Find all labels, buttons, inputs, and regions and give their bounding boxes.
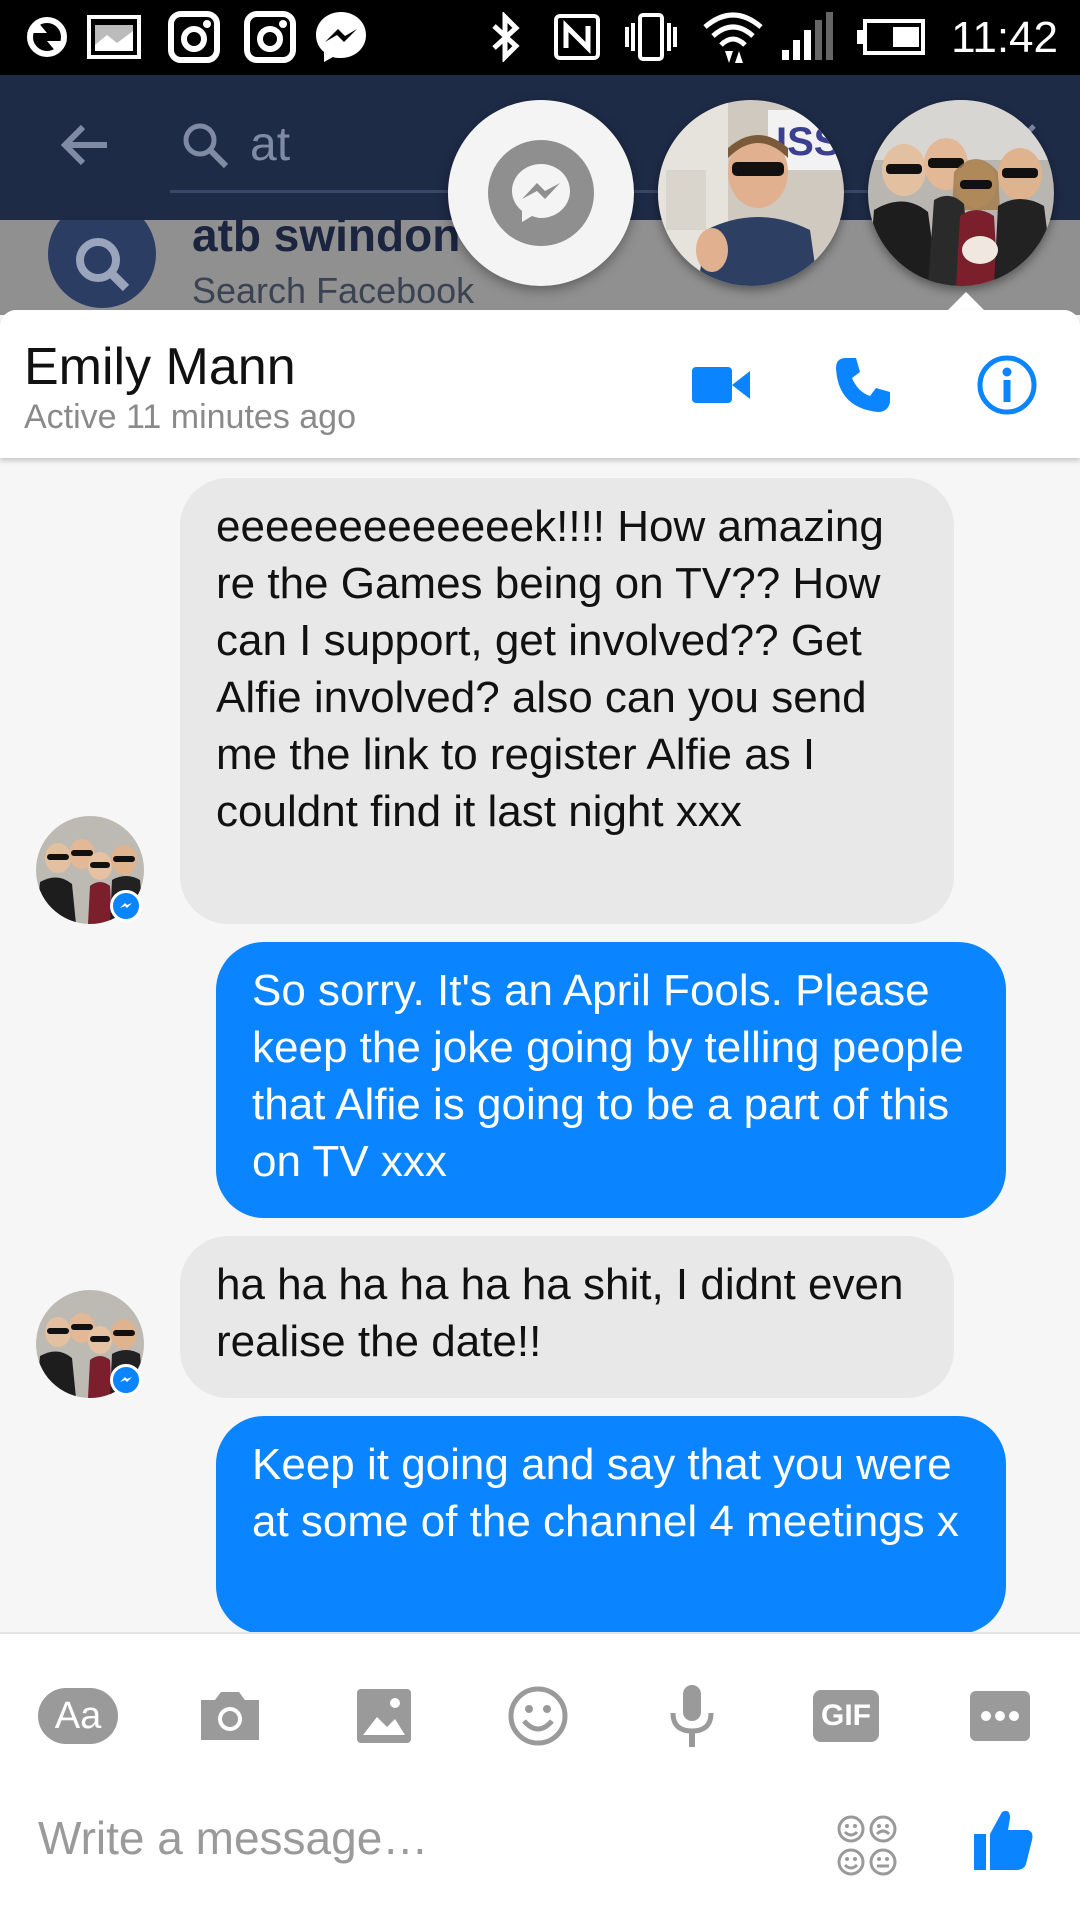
chat-head-avatar-group[interactable] bbox=[868, 100, 1054, 286]
video-camera-icon bbox=[692, 367, 750, 403]
nfc-icon bbox=[552, 12, 602, 62]
suggestion-title: atb swindon bbox=[192, 220, 461, 261]
status-bar: 11:42 bbox=[0, 0, 1080, 75]
image-icon bbox=[84, 12, 144, 62]
camera-icon bbox=[201, 1692, 259, 1740]
instagram-icon bbox=[242, 11, 298, 63]
phone-icon bbox=[836, 358, 890, 412]
conversation-info-button[interactable] bbox=[972, 350, 1042, 420]
message-input[interactable] bbox=[36, 1802, 800, 1874]
message-bubble-incoming[interactable]: ha ha ha ha ha ha shit, I didnt even rea… bbox=[180, 1236, 954, 1398]
microphone-icon bbox=[670, 1685, 714, 1747]
message-bubble-outgoing[interactable]: Keep it going and say that you were at s… bbox=[216, 1416, 1006, 1634]
text-format-button[interactable]: Aa bbox=[36, 1674, 120, 1758]
instagram-icon bbox=[166, 11, 222, 63]
bluetooth-icon bbox=[486, 12, 526, 62]
message-list[interactable]: eeeeeeeeeeeeek!!!! How amazing re the Ga… bbox=[0, 460, 1080, 1634]
gallery-button[interactable] bbox=[342, 1674, 426, 1758]
chat-head-pointer bbox=[948, 292, 984, 310]
back-arrow-icon[interactable] bbox=[55, 115, 115, 175]
video-call-button[interactable] bbox=[686, 350, 756, 420]
sticker-faces-icon bbox=[837, 1815, 897, 1876]
text-format-label: Aa bbox=[38, 1688, 118, 1744]
thumbs-up-icon bbox=[974, 1810, 1033, 1870]
emoji-icon bbox=[508, 1686, 568, 1746]
gallery-icon bbox=[357, 1689, 411, 1743]
suggestion-subtitle: Search Facebook bbox=[192, 270, 475, 311]
conversation-header: Emily Mann Active 11 minutes ago bbox=[0, 310, 1080, 458]
wifi-icon bbox=[700, 12, 766, 63]
message-bubble-incoming[interactable]: eeeeeeeeeeeeek!!!! How amazing re the Ga… bbox=[180, 478, 954, 924]
messenger-badge-icon bbox=[110, 1364, 142, 1396]
search-icon bbox=[180, 120, 230, 170]
messenger-icon bbox=[488, 140, 594, 246]
suggestion-search-icon bbox=[48, 220, 156, 308]
messenger-badge-icon bbox=[110, 890, 142, 922]
signal-icon bbox=[778, 12, 838, 62]
search-query[interactable]: at bbox=[250, 115, 290, 175]
contact-name[interactable]: Emily Mann bbox=[24, 336, 296, 398]
message-bubble-outgoing[interactable]: So sorry. It's an April Fools. Please ke… bbox=[216, 942, 1006, 1218]
info-icon bbox=[977, 355, 1037, 415]
voice-message-button[interactable] bbox=[650, 1674, 734, 1758]
contact-status: Active 11 minutes ago bbox=[24, 398, 356, 436]
chat-head-avatar-man[interactable]: ISS bbox=[658, 100, 844, 286]
message-composer: Aa GIF bbox=[0, 1632, 1080, 1922]
emoji-button[interactable] bbox=[496, 1674, 580, 1758]
gif-button[interactable]: GIF bbox=[804, 1674, 888, 1758]
vibrate-icon bbox=[622, 12, 680, 62]
sync-icon bbox=[22, 12, 72, 62]
battery-icon bbox=[856, 12, 926, 62]
gif-icon: GIF bbox=[813, 1690, 879, 1742]
more-options-button[interactable] bbox=[958, 1674, 1042, 1758]
sticker-button[interactable] bbox=[836, 1814, 900, 1878]
like-button[interactable] bbox=[972, 1806, 1042, 1876]
camera-button[interactable] bbox=[188, 1674, 272, 1758]
messenger-chat-head[interactable] bbox=[448, 100, 634, 286]
messenger-icon bbox=[312, 12, 370, 62]
voice-call-button[interactable] bbox=[828, 350, 898, 420]
more-icon bbox=[970, 1691, 1030, 1741]
clock: 11:42 bbox=[951, 13, 1058, 62]
